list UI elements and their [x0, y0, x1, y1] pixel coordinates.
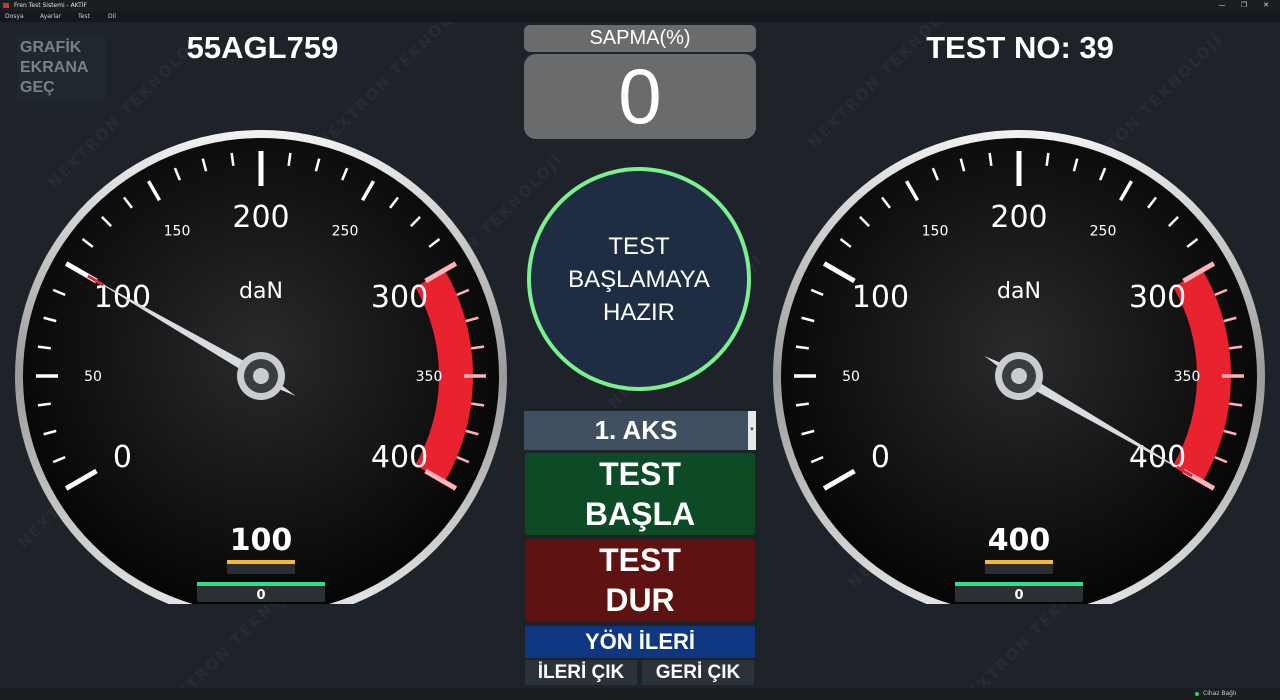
gauge-unit-label: daN: [997, 279, 1041, 304]
minor-scale-label: 350: [1174, 369, 1201, 385]
gauge-bar-value: 0: [256, 588, 265, 603]
major-scale-label: 300: [371, 280, 428, 315]
major-scale-label: 0: [113, 440, 132, 475]
deviation-value: 0: [524, 54, 756, 139]
status-indicator: TEST BAŞLAMAYA HAZIR: [527, 167, 751, 391]
menu-ayarlar[interactable]: Ayarlar: [40, 11, 61, 22]
readout-base: [985, 564, 1053, 574]
gauge-readout: 100: [230, 523, 293, 558]
minor-tick: [37, 345, 51, 350]
gauge-bar-value: 0: [1014, 588, 1023, 603]
minor-scale-label: 50: [84, 369, 102, 385]
major-scale-label: 400: [371, 440, 428, 475]
minor-tick: [795, 402, 809, 407]
minor-scale-label: 50: [842, 369, 860, 385]
left-brake-gauge: 010020030040050150 250350daN1000: [15, 130, 507, 604]
main-panel: NEXTRON TEKNOLOJİNEXTRON TEKNOLOJİNEXTRO…: [0, 22, 1280, 688]
graphic-screen-button[interactable]: GRAFİK EKRANA GEÇ: [17, 36, 105, 102]
minor-tick: [1045, 152, 1050, 166]
window-title: Fren Test Sistemi - AKTİF: [14, 2, 88, 9]
axle-select[interactable]: 1. AKS ▼: [524, 411, 756, 450]
major-scale-label: 300: [1129, 280, 1186, 315]
minor-tick: [471, 345, 485, 350]
minor-tick: [37, 402, 51, 407]
test-stop-button[interactable]: TEST DUR: [525, 539, 755, 621]
close-button[interactable]: ✕: [1256, 0, 1276, 11]
minor-scale-label: 150: [164, 224, 191, 240]
status-message: TEST BAŞLAMAYA HAZIR: [568, 232, 710, 326]
status-bar: Cihaz Bağlı: [0, 688, 1280, 700]
maximize-button[interactable]: ❐: [1234, 0, 1254, 11]
axle-select-value: 1. AKS: [594, 415, 678, 445]
connection-status: Cihaz Bağlı: [1203, 690, 1237, 697]
menu-test[interactable]: Test: [78, 11, 90, 22]
menu-bar: Dosya Ayarlar Test Dil: [0, 11, 1280, 22]
direction-button[interactable]: YÖN İLERİ: [525, 626, 755, 658]
minor-tick: [287, 152, 292, 166]
major-scale-label: 200: [990, 200, 1047, 235]
minor-scale-label: 350: [416, 369, 443, 385]
minor-tick: [1229, 345, 1243, 350]
gauge-hub-center: [253, 368, 269, 384]
minor-tick: [988, 152, 993, 166]
graphic-screen-button-label: GRAFİK EKRANA GEÇ: [20, 39, 89, 96]
gauge-hub-center: [1011, 368, 1027, 384]
app-icon: [3, 3, 9, 8]
vehicle-plate: 55AGL759: [186, 30, 339, 65]
readout-underline: [985, 560, 1053, 564]
readout-base: [227, 564, 295, 574]
major-scale-label: 0: [871, 440, 890, 475]
gauge-bar-fill: [197, 582, 325, 586]
gauge-unit-label: daN: [239, 279, 283, 304]
minor-tick: [230, 152, 235, 166]
minor-tick: [1229, 402, 1243, 407]
minor-scale-label: 250: [1090, 224, 1117, 240]
major-scale-label: 100: [852, 280, 909, 315]
chevron-down-icon: ▼: [749, 427, 755, 433]
gauge-readout: 400: [988, 523, 1051, 558]
minor-scale-label: 250: [332, 224, 359, 240]
minor-scale-label: 150: [922, 224, 949, 240]
menu-dil[interactable]: Dil: [108, 11, 116, 22]
menu-dosya[interactable]: Dosya: [5, 11, 24, 22]
major-scale-label: 200: [232, 200, 289, 235]
readout-underline: [227, 560, 295, 564]
exit-back-button[interactable]: GERİ ÇIK: [642, 660, 754, 685]
test-number: TEST NO: 39: [926, 30, 1114, 65]
minimize-button[interactable]: —: [1212, 0, 1232, 11]
minor-tick: [471, 402, 485, 407]
deviation-label: SAPMA(%): [524, 25, 756, 52]
connection-status-icon: [1195, 692, 1199, 696]
gauge-bar-fill: [955, 582, 1083, 586]
minor-tick: [795, 345, 809, 350]
right-brake-gauge: 010020030040050150 250350daN4000: [773, 130, 1265, 604]
window-titlebar: Fren Test Sistemi - AKTİF — ❐ ✕: [0, 0, 1280, 11]
exit-forward-button[interactable]: İLERİ ÇIK: [525, 660, 637, 685]
test-start-button[interactable]: TEST BAŞLA: [525, 453, 755, 535]
